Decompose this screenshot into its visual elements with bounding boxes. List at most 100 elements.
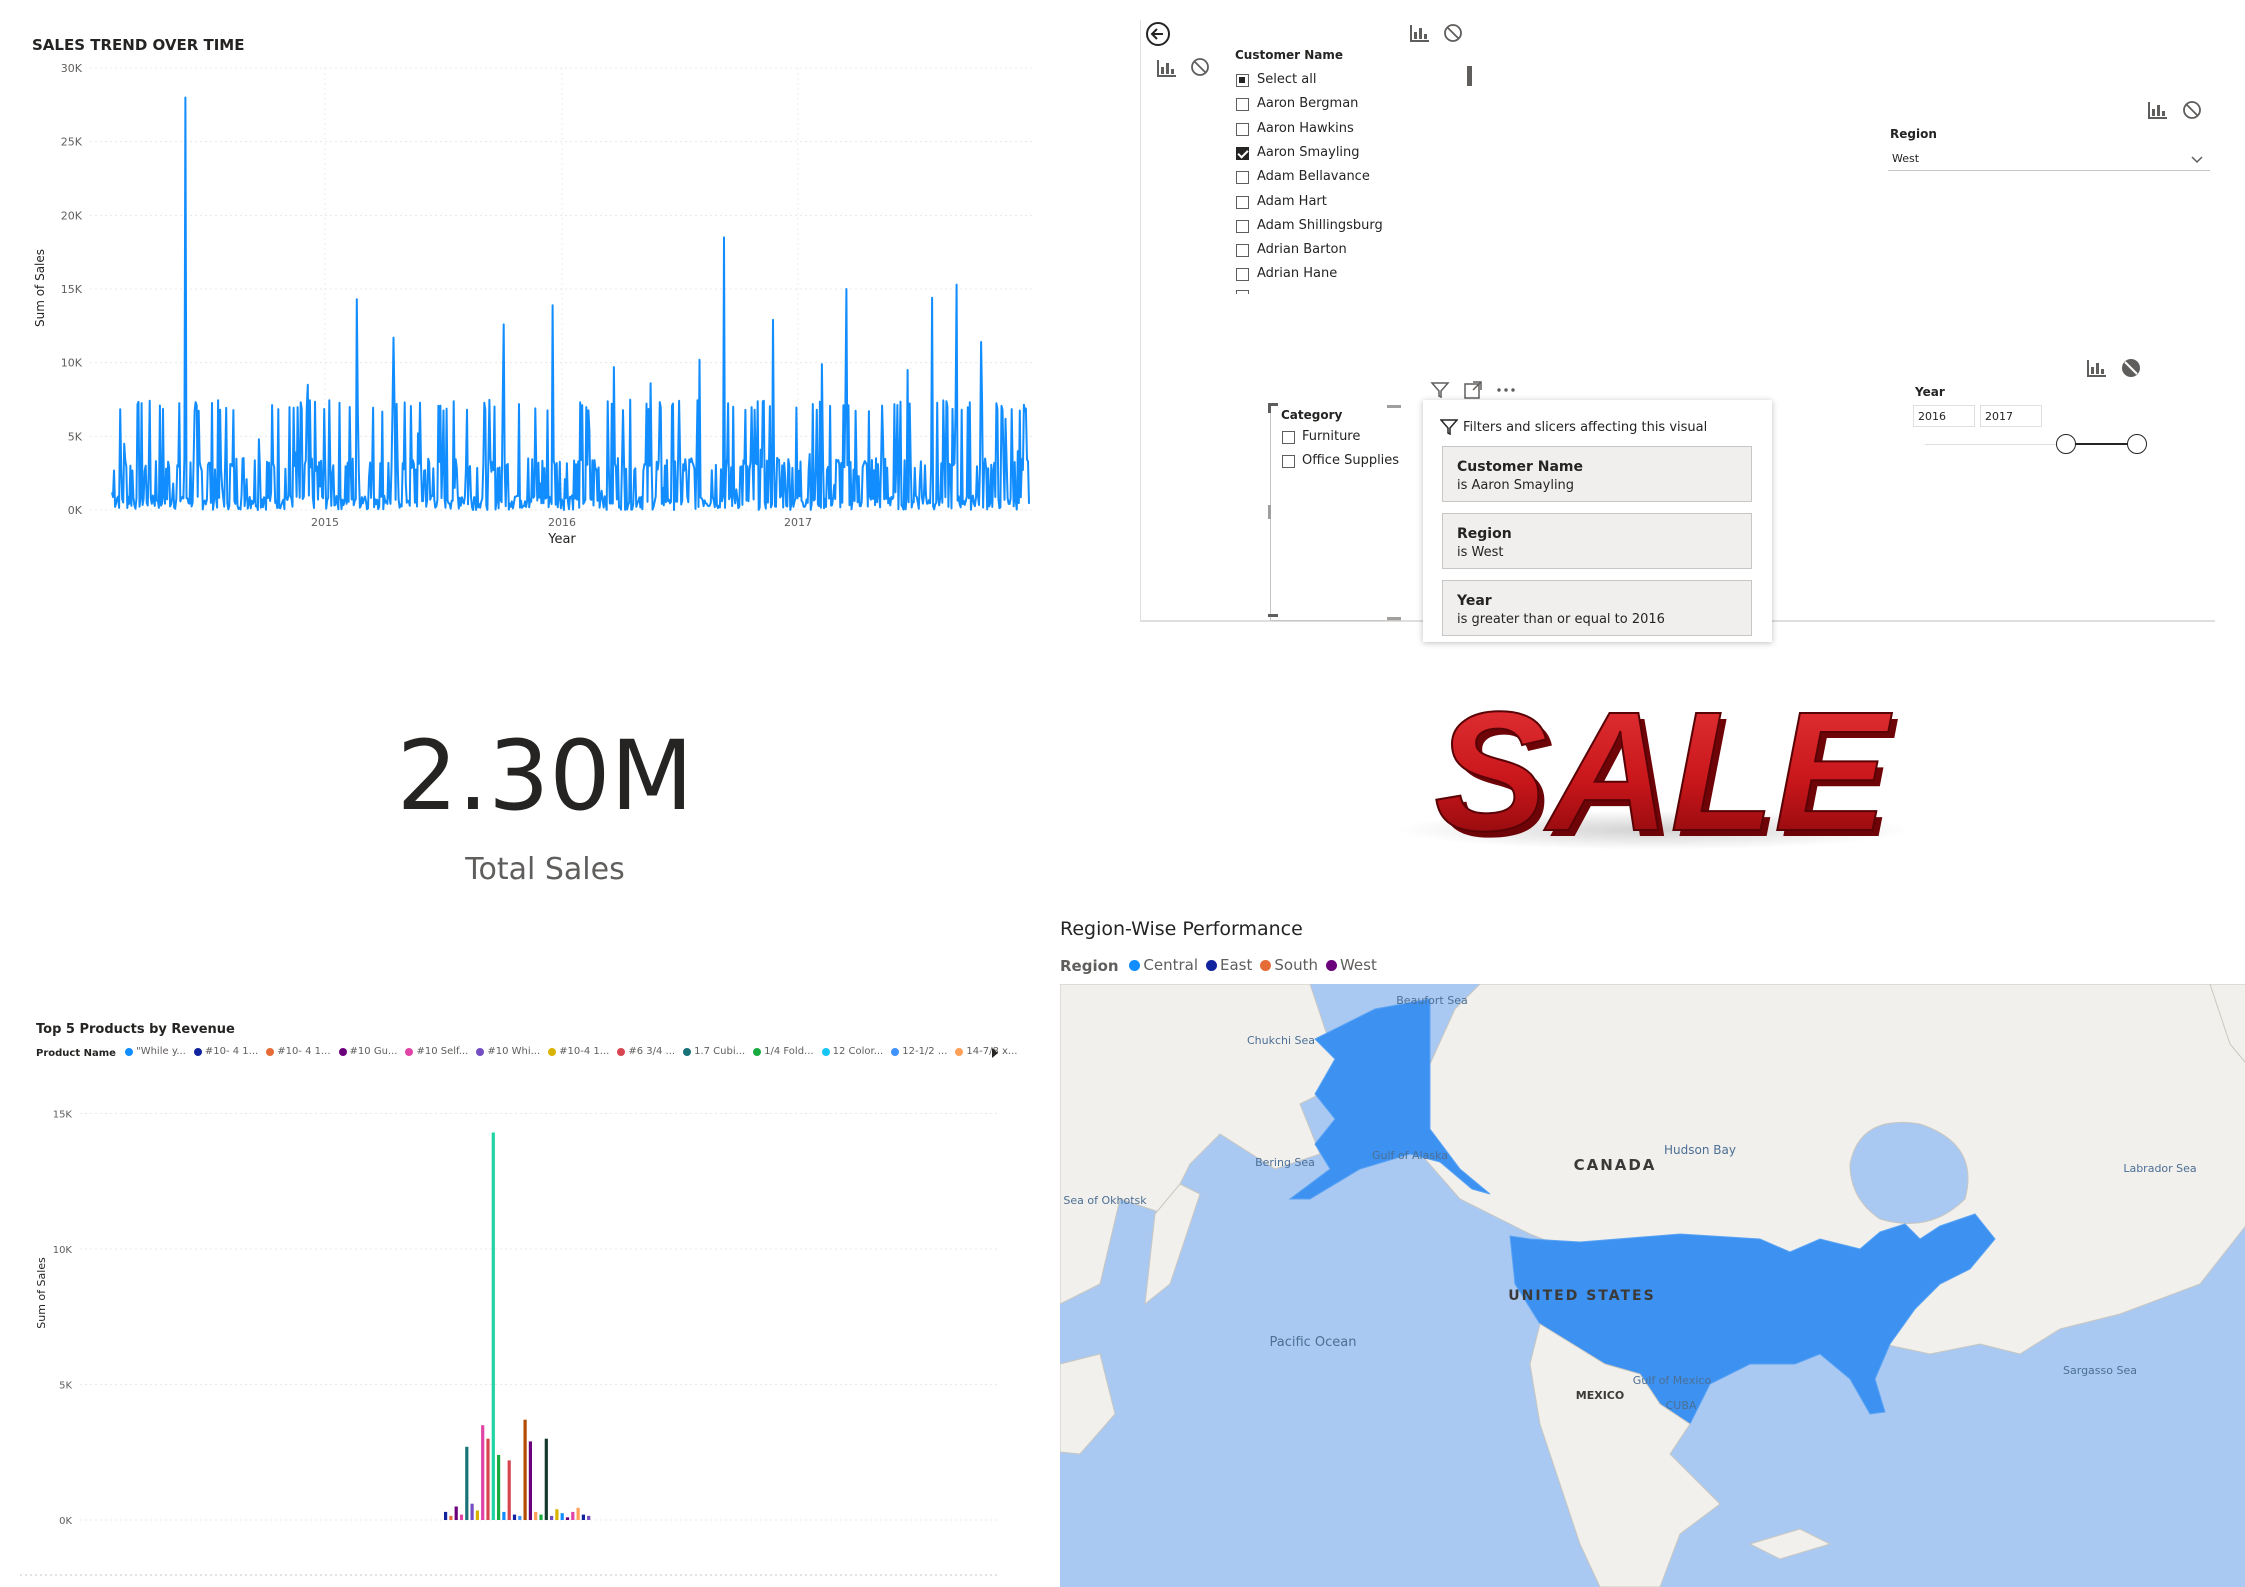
region-dropdown[interactable]: West bbox=[1888, 148, 2210, 171]
bar[interactable] bbox=[507, 1460, 511, 1520]
filter-icon[interactable] bbox=[1430, 380, 1450, 400]
checkbox[interactable] bbox=[1236, 244, 1249, 258]
sales-trend-chart[interactable]: 30K 25K 20K 15K 10K 5K 0K 2015 2016 2017 Year Sum o… bbox=[20, 20, 1050, 560]
no-impact-selected-icon[interactable] bbox=[2120, 357, 2142, 379]
slicer-item-label[interactable]: Furniture bbox=[1302, 429, 1360, 444]
bar[interactable] bbox=[518, 1515, 522, 1520]
bar[interactable] bbox=[587, 1515, 591, 1520]
no-impact-icon[interactable] bbox=[2182, 100, 2202, 120]
legend-marker bbox=[1325, 959, 1337, 971]
bar[interactable] bbox=[581, 1514, 585, 1520]
checkbox[interactable] bbox=[1236, 98, 1249, 112]
bar[interactable] bbox=[459, 1514, 464, 1520]
checkbox[interactable] bbox=[1236, 146, 1249, 160]
bar[interactable] bbox=[481, 1425, 485, 1520]
resize-handle[interactable] bbox=[1268, 505, 1271, 519]
bar[interactable] bbox=[491, 1132, 495, 1521]
no-impact-icon[interactable] bbox=[1190, 57, 1210, 77]
top-products-visual[interactable]: Top 5 Products by Revenue Product Name "… bbox=[20, 1010, 1030, 1580]
slicer-item-label[interactable]: Aaron Bergman bbox=[1257, 96, 1358, 111]
checkbox[interactable] bbox=[1236, 122, 1249, 136]
resize-handle[interactable] bbox=[1268, 403, 1271, 413]
y-tick-label: 5K bbox=[68, 430, 83, 443]
more-options-icon[interactable] bbox=[1495, 380, 1517, 400]
map-label: Sargasso Sea bbox=[2063, 1364, 2137, 1377]
slicer-item-label[interactable]: Office Supplies bbox=[1302, 453, 1399, 468]
year-slider-track[interactable] bbox=[1925, 444, 2070, 445]
no-impact-icon[interactable] bbox=[1443, 23, 1463, 43]
legend-item[interactable]: Central bbox=[1129, 956, 1198, 974]
bar[interactable] bbox=[444, 1511, 448, 1520]
region-map-title: Region-Wise Performance bbox=[1060, 918, 1303, 940]
bar[interactable] bbox=[475, 1510, 479, 1521]
customer-name-slicer[interactable]: Customer Name Select all Aaron Bergman Aar… bbox=[1230, 44, 1480, 294]
slicer-item-label[interactable]: Adrian Barton bbox=[1257, 242, 1347, 257]
filter-card: Region is West bbox=[1442, 513, 1752, 569]
edit-interactions-filter-icon[interactable] bbox=[2147, 100, 2169, 120]
bar[interactable] bbox=[571, 1511, 575, 1520]
bar[interactable] bbox=[497, 1455, 501, 1520]
edit-interactions-filter-icon[interactable] bbox=[1156, 58, 1178, 78]
bar[interactable] bbox=[528, 1441, 532, 1520]
legend-item[interactable]: West bbox=[1325, 956, 1377, 974]
checkbox[interactable] bbox=[1282, 455, 1295, 468]
checkbox[interactable] bbox=[1236, 74, 1249, 87]
checkbox-partial-visible[interactable] bbox=[1236, 290, 1249, 294]
sales-trend-visual[interactable]: SALES TREND OVER TIME 30K 25K 20K 15K 10K 5K 0… bbox=[20, 20, 1050, 560]
bar[interactable] bbox=[512, 1514, 517, 1520]
year-from-input[interactable]: 2016 bbox=[1913, 405, 1975, 427]
edit-interactions-filter-icon[interactable] bbox=[1409, 23, 1431, 43]
legend-item[interactable]: South bbox=[1260, 956, 1318, 974]
bar[interactable] bbox=[560, 1513, 564, 1520]
slicer-item-label[interactable]: Aaron Smayling bbox=[1257, 145, 1360, 160]
edit-interactions-filter-icon[interactable] bbox=[2086, 358, 2108, 378]
year-to-input[interactable]: 2017 bbox=[1980, 405, 2042, 427]
slicer-item-label[interactable]: Adam Hart bbox=[1257, 194, 1327, 209]
bar[interactable] bbox=[565, 1517, 570, 1520]
slicer-item-label[interactable]: Adrian Hane bbox=[1257, 266, 1337, 281]
bar[interactable] bbox=[465, 1446, 469, 1520]
resize-handle[interactable] bbox=[1387, 405, 1401, 408]
bar[interactable] bbox=[550, 1515, 554, 1520]
category-slicer[interactable]: Category Furniture Office Supplies bbox=[1270, 405, 1401, 621]
legend-item[interactable]: East bbox=[1206, 956, 1252, 974]
year-slider-handle-min[interactable] bbox=[2056, 434, 2076, 454]
legend-marker bbox=[1260, 959, 1272, 971]
region-map-visual[interactable]: Region-Wise Performance Region Central Ea… bbox=[1050, 910, 2245, 1587]
bar[interactable] bbox=[486, 1438, 490, 1520]
resize-handle[interactable] bbox=[1268, 614, 1278, 617]
legend-marker bbox=[1129, 959, 1141, 971]
slicer-item-label[interactable]: Aaron Hawkins bbox=[1257, 121, 1354, 136]
customer-slicer-scrollbar[interactable] bbox=[1467, 66, 1472, 86]
bar[interactable] bbox=[470, 1503, 474, 1520]
region-map-legend: Region Central East South West bbox=[1060, 956, 1385, 975]
top-products-chart[interactable]: 15K 10K 5K 0K Sum of Sales bbox=[20, 1010, 1030, 1580]
sales-line-series[interactable] bbox=[111, 96, 1030, 511]
checkbox[interactable] bbox=[1236, 195, 1249, 209]
year-from-value: 2016 bbox=[1918, 410, 1946, 423]
checkbox[interactable] bbox=[1236, 268, 1249, 282]
bar[interactable] bbox=[454, 1506, 458, 1521]
map-canvas[interactable]: Beaufort Sea Chukchi Sea Bering Sea Gulf of… bbox=[1060, 984, 2245, 1587]
bar[interactable] bbox=[502, 1511, 506, 1520]
slicer-item-label[interactable]: Select all bbox=[1257, 72, 1316, 87]
bar[interactable] bbox=[544, 1438, 548, 1520]
focus-mode-icon[interactable] bbox=[1463, 380, 1483, 400]
bar[interactable] bbox=[449, 1515, 453, 1520]
resize-handle[interactable] bbox=[1387, 617, 1401, 620]
map-label: CANADA bbox=[1574, 1156, 1657, 1174]
bar[interactable] bbox=[523, 1419, 527, 1520]
bar[interactable] bbox=[534, 1511, 538, 1520]
checkbox[interactable] bbox=[1282, 431, 1295, 444]
slicer-item-label[interactable]: Adam Bellavance bbox=[1257, 169, 1370, 184]
year-slider-handle-max[interactable] bbox=[2127, 434, 2147, 454]
bar[interactable] bbox=[539, 1514, 543, 1520]
back-arrow-icon[interactable] bbox=[1144, 20, 1172, 48]
map-label: Gulf of Alaska bbox=[1372, 1149, 1448, 1162]
bar[interactable] bbox=[555, 1509, 559, 1520]
checkbox[interactable] bbox=[1236, 171, 1249, 185]
slicer-item-label[interactable]: Adam Shillingsburg bbox=[1257, 218, 1383, 233]
total-sales-card[interactable]: 2.30M Total Sales bbox=[20, 700, 1070, 920]
checkbox[interactable] bbox=[1236, 219, 1249, 233]
bar[interactable] bbox=[576, 1507, 580, 1520]
